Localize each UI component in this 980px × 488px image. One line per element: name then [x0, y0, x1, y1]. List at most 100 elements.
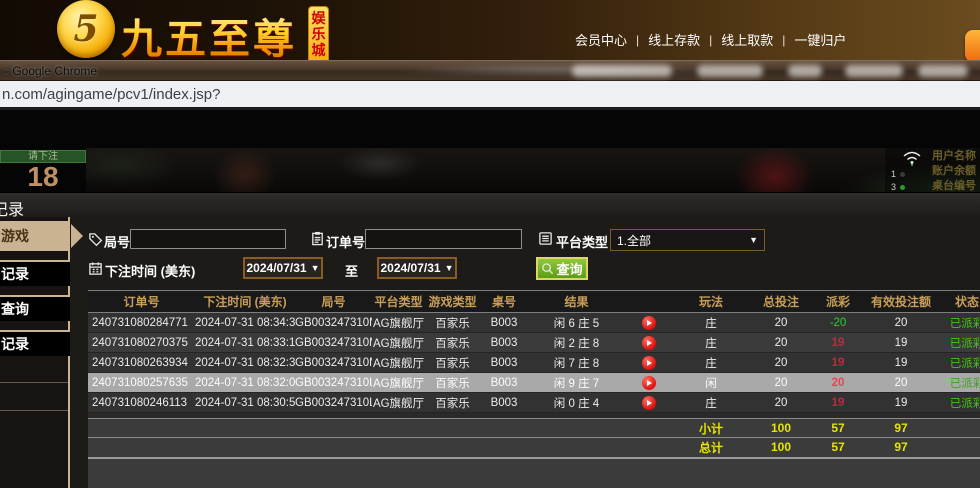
nav-separator: |: [782, 33, 785, 47]
column-header: 总投注: [750, 291, 812, 313]
top-nav: 会员中心 | 线上存款 | 线上取款 | 一键归户: [575, 30, 846, 49]
cell-total-bet: 20: [750, 313, 812, 333]
table-row[interactable]: 240731080270375 2024-07-31 08:33:13 GB00…: [88, 333, 980, 353]
column-header: 游戏类型: [425, 291, 480, 313]
url-text[interactable]: n.com/agingame/pcv1/index.jsp?: [2, 86, 220, 103]
play-icon[interactable]: [642, 356, 656, 370]
sidebar-divider: [0, 382, 68, 383]
sidebar-divider: [0, 410, 68, 411]
calendar-icon: [88, 261, 103, 276]
sidebar-item-plain[interactable]: 记录: [0, 330, 70, 356]
blurred-user-info: [697, 65, 763, 77]
cell-bet-time: 2024-07-31 08:34:30: [195, 313, 295, 333]
cell-result: 闲 0 庄 4: [528, 393, 625, 413]
chevron-down-icon: ▼: [749, 235, 758, 245]
cell-play-type: 庄: [672, 333, 750, 353]
cell-status: 已派彩: [938, 333, 980, 353]
brand-coin-icon: 5: [57, 0, 115, 58]
play-icon[interactable]: [642, 396, 656, 410]
cell-order-number: 240731080270375: [88, 333, 195, 353]
platform-type-select[interactable]: 1.全部 ▼: [610, 229, 765, 251]
nav-link[interactable]: 线上存款: [648, 30, 700, 49]
cell-payout: 19: [812, 353, 864, 373]
cell-result: 闲 6 庄 5: [528, 313, 625, 333]
nav-link[interactable]: 会员中心: [575, 30, 627, 49]
cell-table-number: B003: [480, 373, 528, 393]
cell-round-number: GB003247310M1: [295, 333, 372, 353]
play-icon[interactable]: [642, 336, 656, 350]
cell-table-number: B003: [480, 313, 528, 333]
cell-play-type: 庄: [672, 313, 750, 333]
chevron-down-icon: ▼: [311, 263, 320, 273]
date-to-picker[interactable]: 2024/07/31▼: [377, 257, 457, 279]
cell-table-number: B003: [480, 353, 528, 373]
blurred-user-info: [572, 65, 672, 77]
table-row[interactable]: 240731080263934 2024-07-31 08:32:38 GB00…: [88, 353, 980, 373]
cell-order-number: 240731080257635: [88, 373, 195, 393]
cell-replay: [625, 393, 672, 413]
cell-round-number: GB003247310M3: [295, 313, 372, 333]
order-number-label: 订单号: [326, 232, 365, 251]
browser-title-bar: - Google Chrome: [0, 60, 980, 81]
column-header: 下注时间 (美东): [195, 291, 295, 313]
cell-total-bet: 20: [750, 333, 812, 353]
floating-side-tab[interactable]: [965, 30, 980, 60]
cell-play-type: 闲: [672, 373, 750, 393]
platform-type-label: 平台类型: [556, 232, 608, 251]
nav-link[interactable]: 线上取款: [721, 30, 773, 49]
cell-round-number: GB003247310M0: [295, 353, 372, 373]
window-title: - Google Chrome: [5, 64, 97, 78]
subtotal-row: 小计1005797: [88, 419, 980, 438]
clipboard-icon: [310, 231, 325, 246]
cell-valid-bet: 19: [864, 353, 938, 373]
cell-play-type: 庄: [672, 393, 750, 413]
cell-game-type: 百家乐: [425, 313, 480, 333]
betting-records-screen: 5 九五至尊 娱乐城 会员中心|线上存款|线上取款|一键归户 - Google …: [0, 0, 980, 488]
cell-replay: [625, 333, 672, 353]
cell-game-type: 百家乐: [425, 333, 480, 353]
records-table: 订单号下注时间 (美东)局号平台类型游戏类型桌号结果玩法总投注派彩有效投注额状态…: [88, 290, 980, 457]
cell-status: 已派彩: [938, 353, 980, 373]
cell-total-bet: 20: [750, 393, 812, 413]
table-row[interactable]: 240731080284771 2024-07-31 08:34:30 GB00…: [88, 313, 980, 333]
username-label: 用户名称: [932, 149, 976, 164]
table-number-label: 桌台编号: [932, 179, 976, 192]
order-number-input[interactable]: [365, 229, 522, 249]
play-icon[interactable]: [642, 376, 656, 390]
brand-badge: 娱乐城: [308, 6, 329, 60]
column-header: 订单号: [88, 291, 195, 313]
nav-link[interactable]: 一键归户: [794, 30, 846, 49]
account-info-labels: 用户名称 账户余额 桌台编号: [932, 149, 976, 192]
browser-address-bar[interactable]: n.com/agingame/pcv1/index.jsp?: [0, 81, 980, 110]
cell-bet-time: 2024-07-31 08:32:04: [195, 373, 295, 393]
cell-valid-bet: 20: [864, 373, 938, 393]
column-header: 派彩: [812, 291, 864, 313]
bet-timer-box: 请下注 18: [0, 148, 86, 192]
cell-status: 已派彩: [938, 393, 980, 413]
blurred-user-info: [918, 65, 968, 77]
cell-payout: 19: [812, 333, 864, 353]
nav-separator: |: [709, 33, 712, 47]
nav-separator: |: [636, 33, 639, 47]
cell-payout: -20: [812, 313, 864, 333]
cell-total-bet: 20: [750, 353, 812, 373]
cell-status: 已派彩: [938, 373, 980, 393]
cell-total-bet: 20: [750, 373, 812, 393]
cell-platform: AG旗舰厅: [372, 393, 425, 413]
stream-line-numbers[interactable]: 1 3: [891, 168, 905, 192]
table-row[interactable]: 240731080246113 2024-07-31 08:30:59 GB00…: [88, 393, 980, 413]
column-header: 状态: [938, 291, 980, 313]
sidebar-item-plain[interactable]: 查询: [0, 295, 70, 321]
play-icon[interactable]: [642, 316, 656, 330]
cell-platform: AG旗舰厅: [372, 353, 425, 373]
search-button[interactable]: 查询: [536, 257, 588, 280]
cell-result: 闲 7 庄 8: [528, 353, 625, 373]
date-from-picker[interactable]: 2024/07/31▼: [243, 257, 323, 279]
main-area: 游戏记录查询记录 局号 订单号 平台类型 1.全部 ▼ 下注时间: [0, 217, 980, 488]
filter-form: 局号 订单号 平台类型 1.全部 ▼ 下注时间 (美东) 2024/07/31▼: [0, 217, 980, 290]
cell-valid-bet: 19: [864, 333, 938, 353]
to-label: 至: [345, 261, 358, 280]
cell-round-number: GB003247310LX: [295, 393, 372, 413]
table-row[interactable]: 240731080257635 2024-07-31 08:32:04 GB00…: [88, 373, 980, 393]
round-number-input[interactable]: [130, 229, 286, 249]
